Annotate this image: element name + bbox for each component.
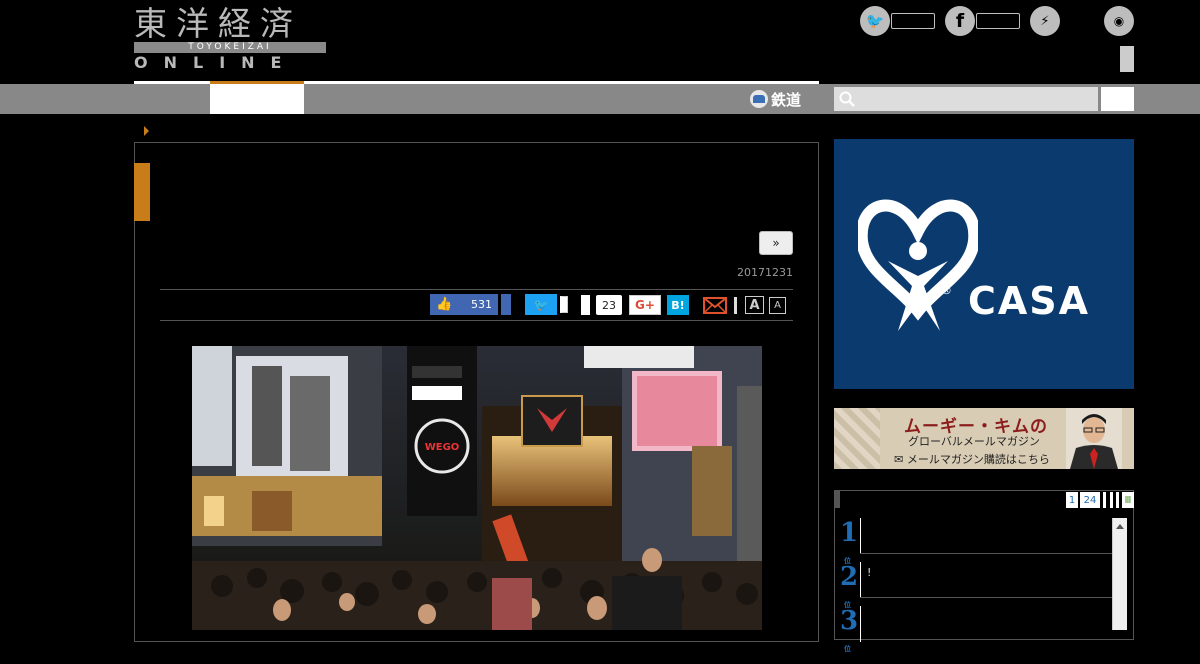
casa-ad-banner[interactable]: ® CASA [834, 139, 1134, 389]
facebook-share-button[interactable] [501, 294, 511, 315]
nav-railway-label: 鉄道 [771, 90, 802, 109]
street-scene-image: WEGO [192, 346, 762, 630]
train-icon [750, 90, 768, 108]
ranking-row[interactable]: 1位 [838, 518, 1114, 565]
font-size-large-button[interactable]: A [745, 296, 764, 314]
scroll-up-icon[interactable] [1116, 524, 1124, 529]
twitter-follow-icon[interactable]: 🐦 [860, 6, 890, 36]
twitter-glyph: 🐦 [865, 12, 885, 30]
logo-sub: ONLINE [134, 53, 298, 72]
facebook-glyph: f [955, 10, 965, 32]
ranking-row[interactable]: 2位 ! [838, 562, 1114, 609]
next-page-button[interactable]: » [759, 231, 793, 255]
ranking-tab-blank-3[interactable] [1116, 492, 1119, 508]
hatena-bookmark-button[interactable]: B! [667, 295, 689, 315]
thumbs-up-icon: 👍 [436, 297, 453, 312]
rank-number: 1位 [840, 518, 859, 565]
rank-divider [860, 606, 861, 642]
share-divider-bottom [160, 320, 793, 321]
rank-separator [860, 553, 1114, 554]
ranking-scrollbar[interactable] [1112, 518, 1127, 630]
ranking-header-marker [834, 490, 840, 508]
facebook-like-icon[interactable]: f [945, 6, 975, 36]
nav-tab-active[interactable] [210, 81, 304, 114]
rank-divider [860, 562, 861, 598]
mogi-ad-subtitle: グローバルメールマガジン [908, 435, 1040, 448]
casa-reg-mark: ® [941, 284, 952, 297]
author-portrait [1066, 408, 1122, 469]
font-size-small-button[interactable]: A [769, 297, 786, 314]
ranking-tab-blank-2[interactable] [1110, 492, 1113, 508]
ranking-tab-24h[interactable]: 24 [1080, 492, 1100, 508]
logo-roman: TOYOKEIZAI [134, 42, 326, 53]
article-date: 20171231 [737, 266, 793, 279]
mail-icon[interactable] [703, 297, 727, 314]
ranking-row[interactable]: 3位 [838, 606, 1114, 653]
ranking-tab-1h[interactable]: 1 [1066, 492, 1078, 508]
rss-icon[interactable]: ◉ [1104, 6, 1134, 36]
ranking-tab-blank-1[interactable] [1103, 492, 1106, 508]
twitter-icon: 🐦 [533, 297, 549, 312]
twitter-share-count [560, 296, 568, 313]
twitter-share-button[interactable]: 🐦 [525, 294, 557, 315]
rank-number: 2位 [840, 562, 859, 609]
ranking-tab-week[interactable]: Ⅲ [1122, 492, 1134, 508]
user-menu-button[interactable] [1120, 46, 1134, 72]
twitter-follow-count [891, 13, 935, 29]
ranking-list: 1位 2位 ! 3位 [838, 518, 1114, 653]
search-button[interactable] [1101, 87, 1134, 111]
site-logo[interactable]: 東洋経済 TOYOKEIZAI ONLINE [134, 4, 326, 72]
breadcrumb-arrow-icon [144, 126, 149, 136]
share-separator [734, 297, 737, 314]
nav-item-railway[interactable]: 鉄道 [750, 88, 801, 110]
mogi-newsletter-ad[interactable]: ムーギー・キムの グローバルメールマガジン ✉ メールマガジン購読はこちら [834, 408, 1134, 469]
ad-pattern [834, 408, 880, 469]
logo-kanji: 東洋経済 [134, 4, 302, 43]
title-accent-bar [134, 163, 150, 221]
rss-glyph: ◉ [1113, 14, 1125, 28]
pocket-count: 23 [596, 295, 622, 315]
rank-separator [860, 597, 1114, 598]
rank-divider [860, 518, 861, 554]
casa-brand: CASA [968, 279, 1091, 323]
google-plus-button[interactable]: G+ [629, 295, 661, 315]
rank-number: 3位 [840, 606, 859, 653]
search-input[interactable] [834, 87, 1098, 111]
casa-heart-logo-icon [858, 199, 978, 331]
search-icon [839, 91, 855, 107]
mogi-ad-cta: ✉ メールマガジン購読はこちら [894, 453, 1050, 466]
messenger-glyph: ⚡ [1040, 13, 1050, 29]
messenger-icon[interactable]: ⚡ [1030, 6, 1060, 36]
pocket-button[interactable] [581, 295, 590, 315]
rank-title: ! [867, 566, 872, 579]
article-photo: WEGO [192, 346, 762, 630]
facebook-like-button[interactable]: 👍 531 [430, 294, 498, 315]
svg-text:WEGO: WEGO [425, 442, 460, 453]
facebook-like-count [976, 13, 1020, 29]
share-divider-top [160, 289, 793, 290]
facebook-like-count-text: 531 [471, 298, 492, 311]
